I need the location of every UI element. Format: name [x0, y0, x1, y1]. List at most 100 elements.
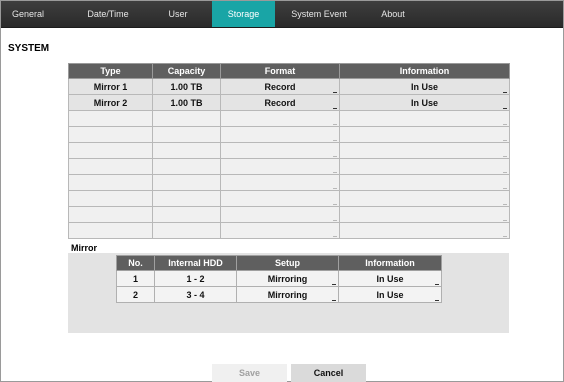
- type-cell: [68, 206, 153, 223]
- format-cell[interactable]: [220, 110, 340, 127]
- tab-system-event[interactable]: System Event: [279, 1, 359, 27]
- information-cell[interactable]: [339, 190, 510, 207]
- setup-value: Mirroring: [267, 289, 308, 300]
- section-title: SYSTEM: [8, 43, 50, 54]
- table-row: Mirror 1 1.00 TB Record In Use: [68, 78, 510, 95]
- tab-about[interactable]: About: [363, 1, 423, 27]
- type-cell: [68, 142, 153, 159]
- type-cell: [68, 158, 153, 175]
- mirror-table: No. Internal HDD Setup Information 1 1 -…: [116, 255, 442, 303]
- information-value: In Use: [376, 273, 404, 284]
- storage-setup-window: General Date/Time User Storage System Ev…: [0, 0, 564, 382]
- cell-button-marker: [503, 236, 507, 237]
- column-header-no: No.: [116, 255, 155, 271]
- cell-button-marker: [503, 172, 507, 173]
- information-value: In Use: [376, 289, 404, 300]
- format-cell[interactable]: Record: [220, 94, 340, 111]
- cell-button-marker: [333, 220, 337, 221]
- cell-button-marker: [503, 220, 507, 221]
- table-row-empty: [68, 174, 510, 191]
- column-header-information: Information: [338, 255, 442, 271]
- column-header-format: Format: [220, 63, 340, 79]
- format-value: Record: [264, 97, 296, 108]
- type-cell: Mirror 2: [68, 94, 153, 111]
- table-row: Mirror 2 1.00 TB Record In Use: [68, 94, 510, 111]
- empty-rows: [68, 110, 510, 239]
- information-cell[interactable]: In Use: [339, 78, 510, 95]
- type-cell: [68, 190, 153, 207]
- column-header-information: Information: [339, 63, 510, 79]
- no-cell: 2: [116, 286, 155, 303]
- storage-table-header-row: Type Capacity Format Information: [68, 63, 510, 79]
- table-row-empty: [68, 126, 510, 143]
- tab-user[interactable]: User: [149, 1, 207, 27]
- format-cell[interactable]: [220, 142, 340, 159]
- table-row-empty: [68, 206, 510, 223]
- tab-general[interactable]: General: [1, 1, 55, 27]
- cell-button-marker: [333, 156, 337, 157]
- save-button[interactable]: Save: [212, 364, 287, 382]
- format-cell[interactable]: [220, 126, 340, 143]
- capacity-cell: [152, 142, 221, 159]
- tab-bar: General Date/Time User Storage System Ev…: [1, 1, 563, 28]
- format-cell[interactable]: [220, 222, 340, 239]
- setup-value: Mirroring: [267, 273, 308, 284]
- type-cell: [68, 174, 153, 191]
- table-row: 2 3 - 4 Mirroring In Use: [116, 286, 442, 303]
- information-cell[interactable]: [339, 206, 510, 223]
- setup-button-marker: [332, 300, 336, 301]
- tab-date-time[interactable]: Date/Time: [72, 1, 144, 27]
- format-cell[interactable]: Record: [220, 78, 340, 95]
- cell-button-marker: [333, 188, 337, 189]
- information-cell[interactable]: [339, 126, 510, 143]
- no-cell: 1: [116, 270, 155, 287]
- tab-storage[interactable]: Storage: [212, 1, 275, 27]
- capacity-cell: [152, 174, 221, 191]
- table-row-empty: [68, 222, 510, 239]
- information-cell[interactable]: [339, 174, 510, 191]
- cell-button-marker: [503, 124, 507, 125]
- setup-button-marker: [332, 284, 336, 285]
- information-button-marker: [435, 284, 439, 285]
- type-cell: [68, 110, 153, 127]
- mirror-section-label: Mirror: [71, 243, 98, 253]
- table-row-empty: [68, 110, 510, 127]
- information-cell[interactable]: [339, 110, 510, 127]
- mirror-table-header-row: No. Internal HDD Setup Information: [116, 255, 442, 271]
- information-button-marker: [503, 92, 507, 93]
- setup-cell[interactable]: Mirroring: [236, 270, 339, 287]
- cell-button-marker: [333, 204, 337, 205]
- information-value: In Use: [410, 97, 438, 108]
- information-value: In Use: [410, 81, 438, 92]
- capacity-cell: [152, 126, 221, 143]
- format-cell[interactable]: [220, 206, 340, 223]
- cell-button-marker: [503, 140, 507, 141]
- format-cell[interactable]: [220, 174, 340, 191]
- type-cell: [68, 222, 153, 239]
- mirror-panel: No. Internal HDD Setup Information 1 1 -…: [68, 253, 509, 333]
- type-cell: Mirror 1: [68, 78, 153, 95]
- capacity-cell: [152, 222, 221, 239]
- capacity-cell: [152, 190, 221, 207]
- information-cell[interactable]: [339, 142, 510, 159]
- cell-button-marker: [503, 204, 507, 205]
- information-cell[interactable]: In Use: [339, 94, 510, 111]
- format-cell[interactable]: [220, 158, 340, 175]
- table-row-empty: [68, 142, 510, 159]
- cell-button-marker: [333, 172, 337, 173]
- information-button-marker: [503, 108, 507, 109]
- setup-cell[interactable]: Mirroring: [236, 286, 339, 303]
- capacity-cell: [152, 206, 221, 223]
- information-cell[interactable]: In Use: [338, 270, 442, 287]
- format-cell[interactable]: [220, 190, 340, 207]
- capacity-cell: [152, 110, 221, 127]
- capacity-cell: 1.00 TB: [152, 78, 221, 95]
- information-cell[interactable]: In Use: [338, 286, 442, 303]
- cell-button-marker: [503, 188, 507, 189]
- information-cell[interactable]: [339, 158, 510, 175]
- internal-hdd-cell: 1 - 2: [154, 270, 237, 287]
- storage-table: Type Capacity Format Information Mirror …: [68, 63, 510, 239]
- cancel-button[interactable]: Cancel: [291, 364, 366, 382]
- information-cell[interactable]: [339, 222, 510, 239]
- cell-button-marker: [333, 140, 337, 141]
